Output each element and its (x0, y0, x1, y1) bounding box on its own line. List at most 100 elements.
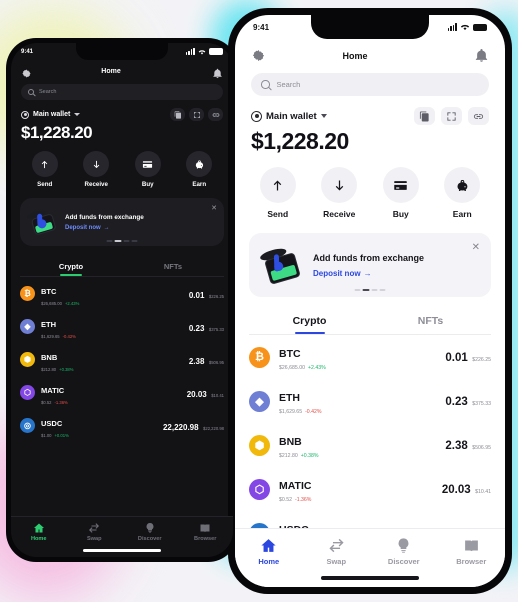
nav-label: Home (258, 557, 280, 567)
promo-banner[interactable]: Add funds from exchange Deposit now → ✕ (20, 198, 224, 246)
piggy-bank-icon (444, 167, 481, 203)
tab-nfts[interactable]: NFTs (370, 311, 491, 334)
nav-item-swap[interactable]: Swap (67, 522, 123, 542)
home-icon (33, 523, 44, 533)
nav-label: Swap (326, 557, 347, 567)
token-change: +0.38% (300, 452, 319, 459)
page-title: Home (101, 68, 121, 75)
bottom-nav: Home Swap Discover Browser (11, 516, 233, 557)
promo-banner-cta[interactable]: Deposit now → (313, 269, 479, 278)
book-icon (200, 524, 210, 533)
quick-action-receive[interactable]: Receive (71, 151, 123, 188)
swap-icon (329, 539, 344, 553)
close-icon[interactable]: ✕ (211, 205, 217, 212)
table-row[interactable]: ◆ ETH $1,629.65 -0.42% 0.23 $375.33 (20, 310, 224, 343)
wallet-selector[interactable]: Main wallet (251, 110, 327, 122)
promo-banner[interactable]: Add funds from exchange Deposit now → ✕ (249, 233, 491, 297)
book-icon (464, 540, 478, 552)
nav-label: Discover (387, 557, 420, 567)
tab-nfts[interactable]: NFTs (122, 256, 224, 276)
token-price: $212.80 (41, 367, 57, 372)
token-amount: 2.38 (445, 440, 468, 452)
table-row[interactable]: ₿ BTC $26,685.00 +2.43% 0.01 $226.25 (249, 335, 491, 379)
wallet-name: Main wallet (33, 111, 71, 118)
link-icon[interactable] (468, 107, 489, 125)
home-indicator (321, 576, 419, 580)
quick-action-label: Send (37, 181, 53, 188)
table-row[interactable]: ◎ USDC $1.00+0.01% 22,220.98 $22,220.98 (20, 409, 224, 442)
tab-crypto[interactable]: Crypto (249, 311, 370, 334)
app-screen-dark: 9:41 Home Search Main wallet $1,228.20 S… (11, 43, 233, 557)
table-row[interactable]: ◆ ETH $1,629.65 -0.42% 0.23 $375.33 (249, 379, 491, 423)
search-icon (28, 89, 34, 95)
scan-icon[interactable] (441, 107, 462, 125)
nav-item-browser[interactable]: Browser (178, 522, 234, 542)
bell-icon[interactable] (212, 66, 223, 79)
nav-item-home[interactable]: Home (11, 522, 67, 542)
arrow-down-icon (321, 167, 358, 203)
quick-action-receive[interactable]: Receive (309, 167, 371, 219)
token-value: $375.33 (208, 326, 224, 332)
arrow-down-icon (83, 151, 110, 177)
token-price: $0.52 (41, 400, 52, 405)
table-row[interactable]: ⬢ BNB $212.80 +0.38% 2.38 $506.95 (249, 423, 491, 467)
promo-banner-text: Add funds from exchange Deposit now → (65, 214, 216, 231)
token-change: -0.42% (62, 334, 76, 339)
table-row[interactable]: ⬡ MATIC $0.52 -1.36% 20.03 $10.41 (20, 376, 224, 409)
token-symbol: ETH (41, 320, 56, 329)
gear-icon[interactable] (251, 48, 266, 63)
card-icon (382, 167, 419, 203)
tab-crypto[interactable]: Crypto (20, 256, 122, 276)
copy-icon[interactable] (414, 107, 435, 125)
token-amount: 0.01 (445, 352, 468, 364)
token-price: $26,685.00 (41, 301, 62, 306)
search-input[interactable]: Search (21, 84, 223, 100)
wallet-selector[interactable]: Main wallet (21, 110, 81, 119)
nav-item-browser[interactable]: Browser (438, 537, 506, 566)
battery-icon (473, 23, 487, 31)
quick-action-buy[interactable]: Buy (370, 167, 432, 219)
nav-item-discover[interactable]: Discover (370, 537, 438, 566)
quick-action-label: Receive (323, 209, 356, 219)
close-icon[interactable]: ✕ (472, 243, 480, 253)
nav-item-home[interactable]: Home (235, 537, 303, 566)
token-amount: 22,220.98 (162, 422, 199, 432)
promo-cta-label: Deposit now (65, 224, 101, 231)
quick-action-buy[interactable]: Buy (122, 151, 174, 188)
chevron-down-icon (320, 114, 327, 118)
link-icon[interactable] (208, 108, 223, 121)
wifi-icon (198, 49, 206, 54)
wallet-row: Main wallet (11, 100, 233, 121)
exchange-deposit-illustration (257, 242, 307, 288)
eye-icon[interactable] (251, 110, 262, 122)
bell-icon[interactable] (474, 48, 489, 63)
wifi-icon (460, 24, 470, 31)
table-row[interactable]: ₿ BTC $26,685.00 +2.43% 0.01 $226.25 (20, 277, 224, 310)
nav-item-discover[interactable]: Discover (122, 522, 178, 542)
promo-banner-cta[interactable]: Deposit now → (65, 225, 216, 231)
nav-item-swap[interactable]: Swap (303, 537, 371, 566)
token-icon-eth: ◆ (249, 390, 270, 412)
quick-action-label: Buy (392, 209, 409, 219)
eye-icon[interactable] (21, 110, 29, 119)
quick-action-send[interactable]: Send (247, 167, 309, 219)
table-row[interactable]: ⬢ BNB $212.80 +0.38% 2.38 $506.95 (20, 343, 224, 376)
quick-action-earn[interactable]: Earn (432, 167, 494, 219)
bulb-icon (146, 523, 154, 534)
nav-label: Home (30, 536, 47, 543)
token-symbol: USDC (41, 419, 63, 428)
quick-action-send[interactable]: Send (19, 151, 71, 188)
token-value: $506.95 (472, 445, 491, 451)
wallet-actions (414, 107, 489, 125)
copy-icon[interactable] (170, 108, 185, 121)
table-row[interactable]: ⬡ MATIC $0.52 -1.36% 20.03 $10.41 (249, 467, 491, 511)
quick-action-earn[interactable]: Earn (174, 151, 226, 188)
quick-action-label: Receive (84, 181, 108, 188)
promo-banner-title: Add funds from exchange (313, 252, 425, 263)
app-header: Home (11, 60, 233, 81)
search-input[interactable]: Search (251, 73, 489, 96)
scan-icon[interactable] (189, 108, 204, 121)
gear-icon[interactable] (21, 66, 32, 78)
token-symbol: MATIC (279, 479, 312, 492)
battery-icon (209, 48, 223, 55)
